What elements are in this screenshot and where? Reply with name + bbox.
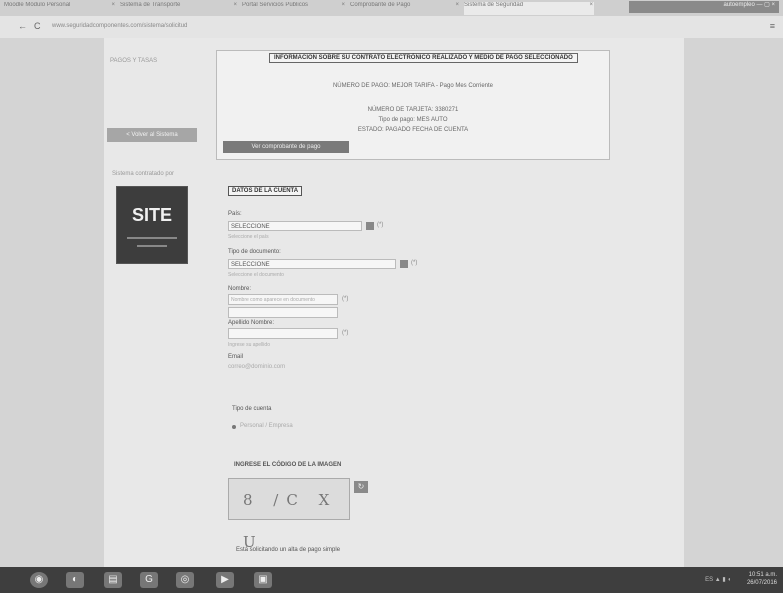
browser-tab[interactable]: Sistema de Transporte × <box>120 2 238 15</box>
info-line: NÚMERO DE PAGO: MEJOR TARIFA - Pago Mes … <box>332 83 494 89</box>
tab-label: Sistema de Transporte <box>120 2 181 8</box>
tab-label: Portal Servicios Públicos <box>242 2 309 8</box>
chrome-icon[interactable]: G <box>140 572 158 588</box>
info-title: INFORMACION SOBRE SU CONTRATO ELECTRÓNIC… <box>269 53 578 63</box>
media-icon[interactable]: ◎ <box>176 572 194 588</box>
browser-tab[interactable]: Portal Servicios Públicos × <box>242 2 346 15</box>
required-mark: (*) <box>342 330 349 336</box>
required-mark: (*) <box>411 260 418 266</box>
calendar-icon[interactable] <box>400 260 408 268</box>
info-line: NÚMERO DE TARJETA: 3380271 <box>367 107 459 113</box>
start-icon[interactable]: ◉ <box>30 572 48 588</box>
language-indicator[interactable]: ES <box>705 577 713 583</box>
nombre-label: Nombre: <box>228 286 252 292</box>
address-bar: ← C www.seguridadcomponentes.com/sistema… <box>0 16 783 38</box>
menu-icon[interactable]: ≡ <box>770 21 775 31</box>
back-icon[interactable]: ← <box>18 21 27 31</box>
section-heading: DATOS DE LA CUENTA <box>228 186 303 196</box>
pais-select[interactable]: SELECCIONE <box>228 221 362 231</box>
close-icon[interactable]: × <box>111 2 115 8</box>
browser-tab-active[interactable]: Sistema de Seguridad × <box>464 2 594 15</box>
pais-label: País: <box>228 211 242 217</box>
captcha-label: INGRESE EL CÓDIGO DE LA IMAGEN <box>234 462 342 468</box>
tab-label: Sistema de Seguridad <box>464 2 524 8</box>
email-value[interactable]: correo@dominio.com <box>228 364 285 370</box>
tipo-documento-hint: Seleccione el documento <box>228 272 284 278</box>
url-field[interactable]: www.seguridadcomponentes.com/sistema/sol… <box>52 23 187 29</box>
tipo-documento-select[interactable]: SELECCIONE <box>228 259 396 269</box>
tray-icons[interactable]: ES ▲ ▮ ◖ <box>705 576 731 583</box>
player-icon[interactable]: ▶ <box>216 572 234 588</box>
tipo-cuenta-option[interactable]: Personal / Empresa <box>240 423 293 429</box>
back-to-system-button[interactable]: < Volver al Sistema <box>107 128 197 142</box>
tab-label: Moodle Módulo Personal <box>4 2 71 8</box>
pais-hint: Seleccione el país <box>228 234 269 240</box>
close-icon[interactable]: × <box>455 2 459 8</box>
contract-info-box: INFORMACION SOBRE SU CONTRATO ELECTRÓNIC… <box>216 50 610 160</box>
browser-tab-bar: Moodle Módulo Personal × Sistema de Tran… <box>0 0 783 16</box>
browser-tab[interactable]: Moodle Módulo Personal × <box>4 2 116 15</box>
reload-icon[interactable]: C <box>34 21 41 31</box>
nombre-input-2[interactable] <box>228 307 338 318</box>
window-controls[interactable]: autoempleo — ▢ × <box>629 1 779 13</box>
apellido-input[interactable] <box>228 328 338 339</box>
captcha-footer: Está solicitando un alta de pago simple <box>236 547 341 553</box>
required-mark: (*) <box>342 296 349 302</box>
sidebar-caption: Sistema contratado por <box>112 171 175 177</box>
clock-date: 26/07/2016 <box>746 580 777 586</box>
window-label: autoempleo <box>723 2 755 8</box>
email-label: Email <box>228 354 244 360</box>
logo-divider <box>127 237 177 239</box>
browser-icon[interactable]: ◐ <box>66 572 84 588</box>
logo-text: SITE <box>131 205 172 225</box>
folder-icon[interactable]: ▤ <box>104 572 122 588</box>
site-logo: SITE <box>116 186 188 264</box>
close-icon[interactable]: × <box>589 2 593 8</box>
sidebar-top-text: PAGOS Y TASAS <box>110 58 158 64</box>
tipo-cuenta-label: Tipo de cuenta <box>232 406 272 412</box>
radio-button[interactable] <box>232 425 236 429</box>
apellido-label: Apellido Nombre: <box>228 320 275 326</box>
view-receipt-button[interactable]: Ver comprobante de pago <box>223 141 349 153</box>
calendar-icon[interactable] <box>366 222 374 230</box>
close-icon[interactable]: × <box>341 2 345 8</box>
window-icon[interactable]: ▣ <box>254 572 272 588</box>
apellido-hint: Ingrese su apellido <box>228 342 270 348</box>
browser-tab[interactable]: Comprobante de Pago × <box>350 2 460 15</box>
tipo-documento-label: Tipo de documento: <box>228 249 281 255</box>
clock[interactable]: 10:51 a.m. 26/07/2016 <box>747 571 777 587</box>
info-line: ESTADO: PAGADO FECHA DE CUENTA <box>357 127 469 133</box>
tab-label: Comprobante de Pago <box>350 2 411 8</box>
refresh-icon[interactable]: ↻ <box>354 481 368 493</box>
info-line: Tipo de pago: MES AUTO <box>378 117 448 123</box>
logo-divider <box>137 245 167 247</box>
page-content: PAGOS Y TASAS < Volver al Sistema Sistem… <box>0 38 783 567</box>
clock-time: 10:51 a.m. <box>748 572 777 578</box>
nombre-input[interactable]: Nombre como aparece en documento <box>228 294 338 305</box>
required-mark: (*) <box>377 222 384 228</box>
close-icon[interactable]: × <box>233 2 237 8</box>
captcha-image: 8 /C X U <box>228 478 350 551</box>
taskbar: ◉ ◐ ▤ G ◎ ▶ ▣ ES ▲ ▮ ◖ 10:51 a.m. 26/07/… <box>0 567 783 593</box>
